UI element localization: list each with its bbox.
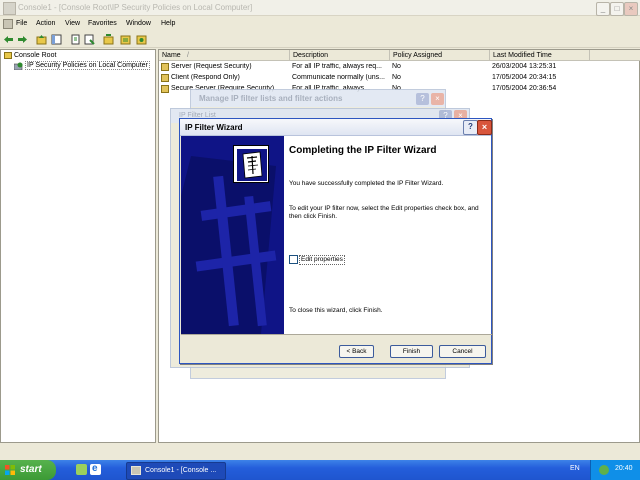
system-tray: 20:40 xyxy=(590,460,640,480)
manage-filters-title-bar: Manage IP filter lists and filter action… xyxy=(191,90,445,107)
menu-help[interactable]: Help xyxy=(161,20,175,27)
wizard-button-bar: < Back Finish Cancel xyxy=(181,334,492,365)
close-icon[interactable]: × xyxy=(431,93,444,105)
tree-item-ipsec[interactable]: IP Security Policies on Local Computer xyxy=(25,61,150,70)
minimize-icon[interactable]: _ xyxy=(596,2,610,16)
tree-root-label[interactable]: Console Root xyxy=(14,52,56,59)
quicklaunch-app-icon[interactable] xyxy=(76,464,87,475)
menu-bar: File Action View Favorites Window Help xyxy=(0,16,640,32)
wizard-success-text: You have successfully completed the IP F… xyxy=(289,180,444,187)
main-title-bar: Console1 - [Console Root\IP Security Pol… xyxy=(0,0,640,16)
menu-favorites[interactable]: Favorites xyxy=(88,20,117,27)
column-header-description[interactable]: Description xyxy=(290,50,390,61)
column-name-label: Name xyxy=(162,52,181,59)
window-title: Console1 - [Console Root\IP Security Pol… xyxy=(18,3,253,12)
close-icon[interactable]: × xyxy=(477,120,492,135)
menu-view[interactable]: View xyxy=(65,20,80,27)
assign-policy-icon[interactable] xyxy=(136,34,147,45)
clock[interactable]: 20:40 xyxy=(615,465,633,472)
row-modified: 17/05/2004 20:34:15 xyxy=(492,74,557,81)
row-description: Communicate normally (uns... xyxy=(292,74,385,81)
edit-properties-label[interactable]: Edit properties xyxy=(299,255,345,265)
toolbar xyxy=(0,32,640,48)
network-tray-icon[interactable] xyxy=(599,465,609,475)
manage-filters-icon[interactable] xyxy=(120,34,131,45)
wizard-title: IP Filter Wizard xyxy=(185,123,243,132)
column-header-policy-assigned[interactable]: Policy Assigned xyxy=(390,50,490,61)
row-description: For all IP traffic, always req... xyxy=(292,63,382,70)
column-header-name[interactable]: Name / xyxy=(159,50,290,61)
row-modified: 17/05/2004 20:36:54 xyxy=(492,85,557,92)
policy-icon xyxy=(161,63,169,71)
help-icon[interactable]: ? xyxy=(416,93,429,105)
row-assigned: No xyxy=(392,63,401,70)
console-menu-icon[interactable] xyxy=(3,19,13,29)
properties-icon[interactable] xyxy=(84,34,95,45)
wizard-content: Completing the IP Filter Wizard You have… xyxy=(284,136,491,334)
taskbar: start e Console1 - [Console ... EN 20:40 xyxy=(0,460,640,480)
policy-icon xyxy=(161,74,169,82)
edit-properties-checkbox[interactable] xyxy=(289,255,298,264)
taskbar-item-console[interactable]: Console1 - [Console ... xyxy=(126,462,226,480)
up-folder-icon[interactable] xyxy=(36,34,47,45)
back-button[interactable]: < Back xyxy=(339,345,374,358)
folder-icon xyxy=(4,52,12,59)
windows-flag-icon xyxy=(5,465,15,475)
row-name: Client (Respond Only) xyxy=(171,74,240,81)
cancel-button[interactable]: Cancel xyxy=(439,345,486,358)
menu-action[interactable]: Action xyxy=(36,20,55,27)
start-label: start xyxy=(20,464,42,475)
wizard-banner xyxy=(181,136,284,334)
row-assigned: No xyxy=(392,74,401,81)
menu-window[interactable]: Window xyxy=(126,20,151,27)
help-icon[interactable]: ? xyxy=(463,120,478,135)
ipsec-policy-icon xyxy=(13,62,24,71)
wizard-close-text: To close this wizard, click Finish. xyxy=(289,307,383,314)
console-app-icon xyxy=(131,466,141,475)
show-hide-tree-icon[interactable] xyxy=(51,34,62,45)
forward-arrow-icon[interactable] xyxy=(17,34,28,45)
ip-filter-document-icon xyxy=(233,145,269,183)
new-policy-icon[interactable] xyxy=(103,34,114,45)
close-icon[interactable]: × xyxy=(624,2,638,16)
manage-filters-title: Manage IP filter lists and filter action… xyxy=(199,94,343,103)
taskbar-item-label: Console1 - [Console ... xyxy=(145,467,217,474)
column-header-empty xyxy=(590,50,640,61)
wizard-edit-instructions: To edit your IP filter now, select the E… xyxy=(289,205,479,220)
policy-icon xyxy=(161,85,169,93)
tree-pane[interactable]: Console Root IP Security Policies on Loc… xyxy=(0,49,156,443)
sort-indicator-icon: / xyxy=(187,52,189,59)
language-indicator[interactable]: EN xyxy=(570,465,580,472)
ip-filter-wizard: IP Filter Wizard ? × Completing the IP F… xyxy=(179,118,492,364)
wizard-title-bar: IP Filter Wizard xyxy=(180,119,491,136)
row-name: Server (Request Security) xyxy=(171,63,252,70)
back-arrow-icon[interactable] xyxy=(3,34,14,45)
maximize-icon[interactable]: □ xyxy=(610,2,624,16)
start-button[interactable]: start xyxy=(0,460,56,480)
quicklaunch-ie-icon[interactable]: e xyxy=(90,463,101,475)
finish-button[interactable]: Finish xyxy=(390,345,433,358)
row-modified: 26/03/2004 13:25:31 xyxy=(492,63,557,70)
column-header-last-modified[interactable]: Last Modified Time xyxy=(490,50,590,61)
export-list-icon[interactable] xyxy=(70,34,81,45)
console-app-icon xyxy=(3,2,16,15)
menu-file[interactable]: File xyxy=(16,20,27,27)
wizard-heading: Completing the IP Filter Wizard xyxy=(289,145,437,156)
